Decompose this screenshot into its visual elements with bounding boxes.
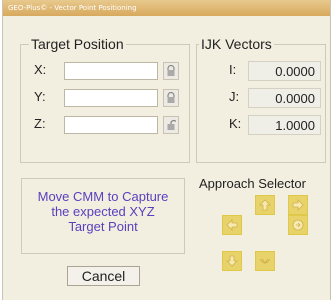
lock-icon xyxy=(167,65,175,76)
x-lock-button[interactable] xyxy=(163,62,179,80)
approach-left-button[interactable] xyxy=(222,215,242,235)
z-label: Z: xyxy=(34,116,46,131)
cancel-button[interactable]: Cancel xyxy=(67,266,140,286)
z-lock-button[interactable] xyxy=(163,116,179,134)
i-label: I: xyxy=(229,62,237,77)
y-field[interactable] xyxy=(64,89,158,107)
title-bar: GEO-Plus© - Vector Point Positioning xyxy=(3,0,330,16)
approach-right-button[interactable] xyxy=(288,215,308,235)
message-line-1: Move CMM to Capture xyxy=(37,189,169,204)
k-label: K: xyxy=(229,116,242,131)
approach-bottom-button[interactable] xyxy=(255,251,275,271)
approach-right-icon xyxy=(292,199,304,211)
unlock-icon xyxy=(167,119,176,130)
x-field[interactable] xyxy=(64,62,158,80)
ijk-vectors-title: IJK Vectors xyxy=(199,36,274,52)
message-line-2: the expected XYZ xyxy=(51,204,155,219)
y-lock-button[interactable] xyxy=(163,89,179,107)
y-label: Y: xyxy=(34,89,46,104)
approach-top-left-button[interactable] xyxy=(255,195,275,215)
message-line-3: Target Point xyxy=(68,219,138,234)
x-label: X: xyxy=(34,62,47,77)
k-value: 1.0000 xyxy=(248,115,321,135)
instruction-message: Move CMM to Capture the expected XYZ Tar… xyxy=(21,178,185,254)
vector-point-positioning-window: GEO-Plus© - Vector Point Positioning Tar… xyxy=(2,0,331,300)
lock-icon xyxy=(167,92,175,103)
j-value: 0.0000 xyxy=(248,88,321,108)
approach-top-right-button[interactable] xyxy=(288,195,308,215)
approach-selector-title: Approach Selector xyxy=(197,176,308,191)
z-field[interactable] xyxy=(64,116,158,134)
approach-target-icon xyxy=(292,219,304,231)
approach-up-icon xyxy=(259,199,271,211)
approach-down-icon xyxy=(226,255,238,267)
target-position-title: Target Position xyxy=(29,36,126,52)
approach-bottom-icon xyxy=(259,258,271,264)
approach-bottom-left-button[interactable] xyxy=(222,251,242,271)
j-label: J: xyxy=(229,89,240,104)
i-value: 0.0000 xyxy=(248,61,321,81)
approach-left-icon xyxy=(226,219,238,231)
